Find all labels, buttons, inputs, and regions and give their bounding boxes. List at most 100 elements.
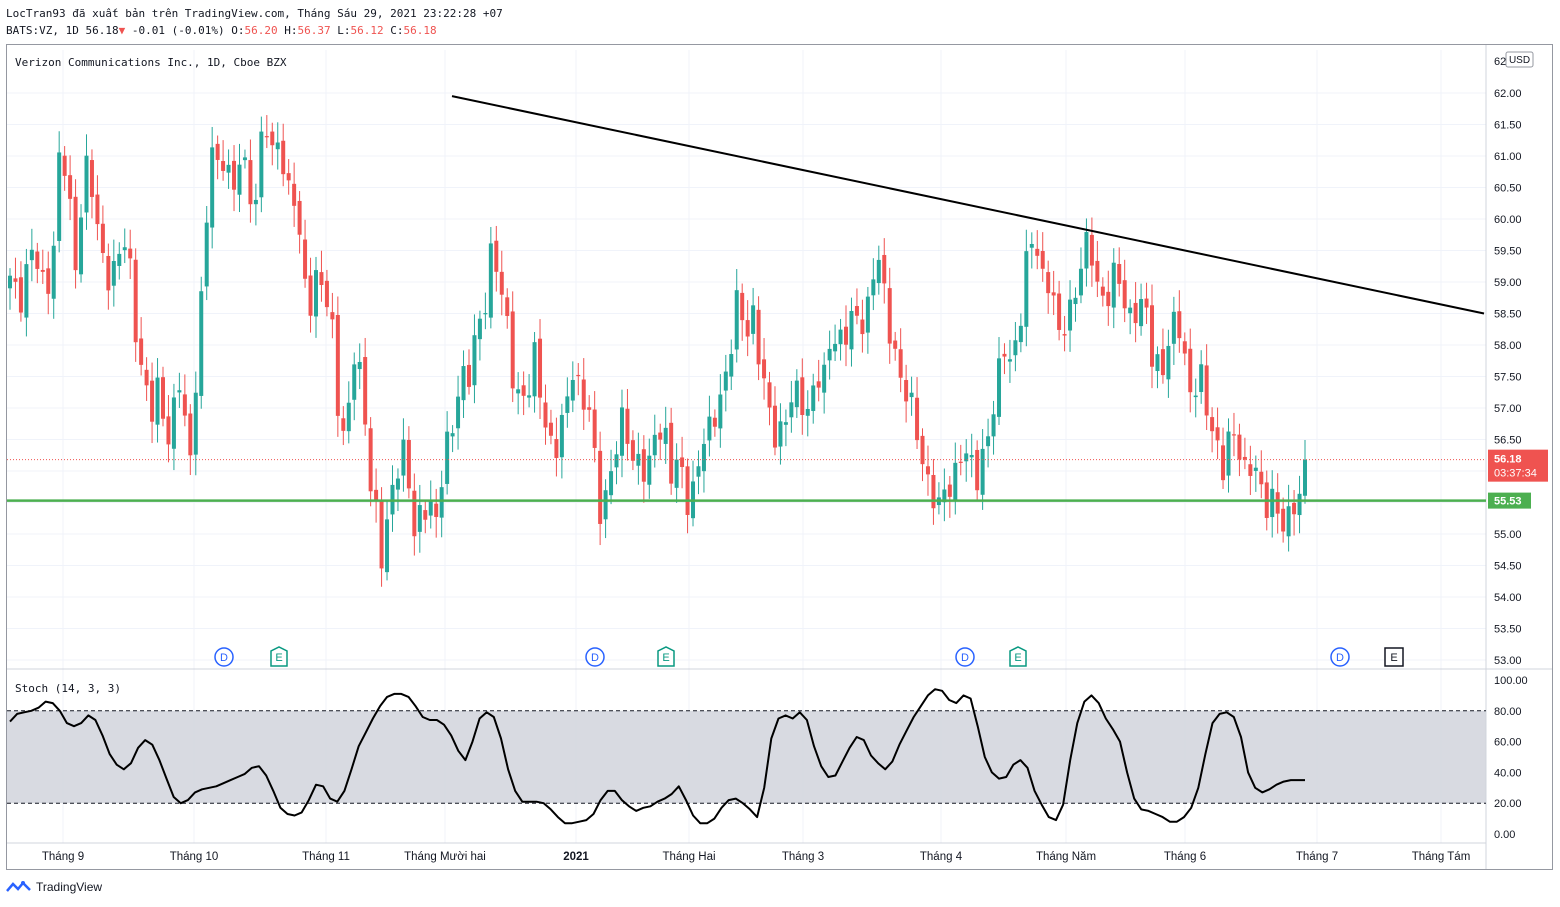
- candle-body: [1292, 502, 1297, 515]
- candle-body: [789, 402, 794, 418]
- candle: [29, 228, 34, 282]
- candle-body: [1210, 417, 1215, 432]
- dividend-marker[interactable]: D: [585, 647, 605, 667]
- candle: [871, 258, 876, 311]
- candle: [734, 269, 739, 363]
- candle-body: [313, 270, 318, 317]
- dividend-marker[interactable]: D: [214, 647, 234, 667]
- candle: [762, 338, 767, 400]
- footer-brand[interactable]: TradingView: [6, 880, 102, 894]
- candle-body: [1018, 325, 1023, 343]
- candle: [417, 484, 422, 553]
- candle-body: [401, 439, 406, 476]
- candle: [898, 328, 903, 393]
- candle-body: [62, 155, 67, 176]
- candle-body: [794, 380, 799, 408]
- candle: [947, 475, 952, 518]
- candle-body: [778, 421, 783, 447]
- candle-body: [915, 397, 920, 441]
- candle: [199, 276, 204, 409]
- candle-body: [95, 194, 100, 225]
- price-badge-countdown: 03:37:34: [1494, 468, 1537, 480]
- candle-body: [865, 296, 870, 333]
- candle-body: [8, 275, 12, 289]
- candle-body: [363, 357, 368, 425]
- candle: [674, 443, 679, 503]
- candle: [215, 135, 220, 180]
- candle-body: [29, 249, 34, 261]
- candle-body: [494, 240, 499, 272]
- chart-canvas[interactable]: Verizon Communications Inc., 1D, Cboe BZ…: [0, 0, 1560, 907]
- candle: [570, 361, 575, 413]
- price-tick-label: 60.50: [1494, 183, 1522, 195]
- candle-body: [117, 253, 122, 266]
- candle-body: [144, 369, 149, 386]
- earnings-upcoming-label: E: [1390, 652, 1397, 664]
- candle: [543, 384, 548, 445]
- dividend-marker[interactable]: D: [1330, 647, 1350, 667]
- candle-body: [171, 397, 176, 449]
- candle-body: [521, 385, 526, 396]
- candle: [1182, 332, 1187, 366]
- candle-body: [887, 288, 892, 344]
- candle-body: [379, 500, 384, 569]
- candle-body: [1062, 334, 1067, 336]
- candle: [619, 389, 624, 478]
- candle: [483, 292, 488, 330]
- candle: [876, 245, 881, 295]
- candle-body: [1297, 493, 1302, 516]
- candle-body: [466, 364, 471, 387]
- candle: [1111, 248, 1116, 329]
- candle-body: [1051, 292, 1056, 296]
- candle-body: [1144, 298, 1149, 308]
- candle: [647, 438, 652, 499]
- candle-body: [330, 312, 335, 320]
- candle: [297, 191, 302, 254]
- earnings-marker[interactable]: E: [1009, 646, 1027, 667]
- candle-body: [445, 431, 450, 484]
- candle-body: [718, 394, 723, 429]
- earnings-marker[interactable]: E: [657, 646, 675, 667]
- candle: [270, 122, 275, 166]
- candle: [232, 145, 237, 212]
- candle-body: [991, 414, 996, 437]
- candle-body: [543, 402, 548, 428]
- candle-body: [538, 338, 543, 398]
- candle: [1128, 299, 1133, 335]
- earnings-marker[interactable]: E: [1384, 647, 1404, 667]
- earnings-marker[interactable]: E: [270, 646, 288, 667]
- candle-body: [619, 407, 624, 456]
- candle-body: [1226, 431, 1231, 476]
- candle: [931, 458, 936, 525]
- candle-body: [904, 380, 909, 402]
- candle-body: [434, 503, 439, 517]
- candle: [308, 257, 313, 333]
- candle-body: [893, 340, 898, 349]
- candle: [663, 406, 668, 464]
- candle-body: [1204, 365, 1209, 416]
- dividend-marker[interactable]: D: [955, 647, 975, 667]
- candle: [182, 374, 187, 427]
- candle-body: [204, 222, 209, 287]
- candle-body: [106, 255, 111, 291]
- candle: [576, 363, 581, 396]
- candle-body: [1281, 508, 1286, 532]
- candle-body: [641, 449, 646, 482]
- candle-body: [1215, 427, 1220, 441]
- candle: [281, 123, 286, 187]
- candle: [1089, 217, 1094, 287]
- candle: [368, 417, 373, 507]
- candle-body: [177, 390, 182, 393]
- candle: [319, 250, 324, 302]
- candle: [800, 358, 805, 435]
- candle: [1144, 282, 1149, 324]
- candle-body: [1122, 280, 1127, 309]
- candle-body: [1177, 311, 1182, 339]
- candle: [1051, 270, 1056, 316]
- candle-body: [253, 199, 258, 205]
- candle-body: [1133, 302, 1138, 324]
- candle: [609, 449, 614, 505]
- candle-body: [909, 392, 914, 398]
- price-tick-label: 62: [1494, 56, 1506, 68]
- candle: [210, 126, 215, 249]
